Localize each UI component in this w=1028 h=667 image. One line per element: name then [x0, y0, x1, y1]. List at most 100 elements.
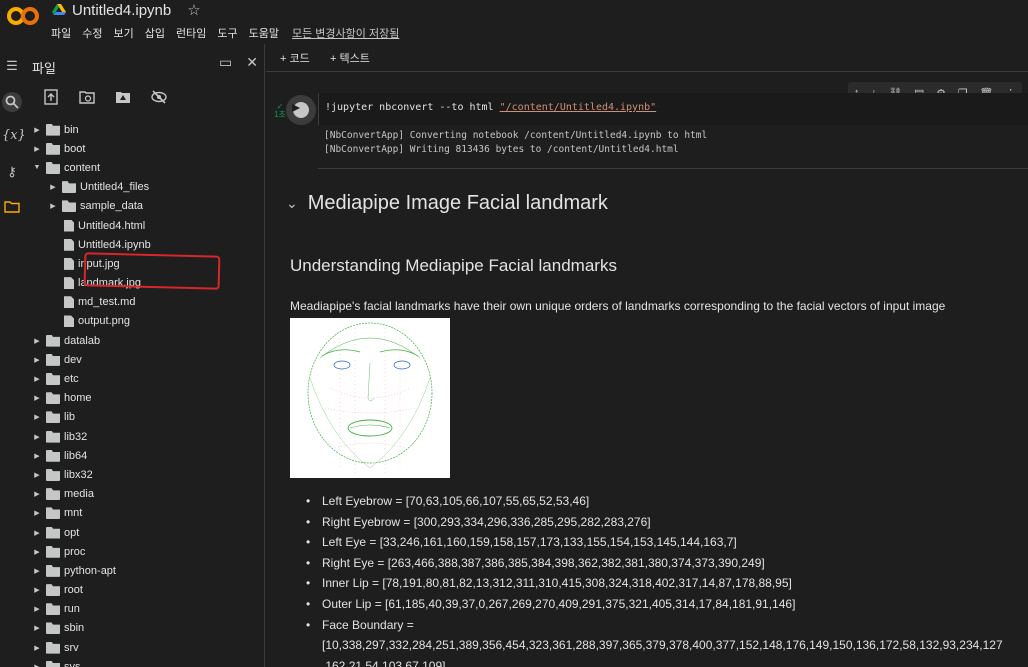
expand-right-icon[interactable]: ▶ — [32, 471, 42, 479]
list-item: Left Eyebrow = [70,63,105,66,107,55,65,5… — [306, 491, 1028, 512]
folder-row[interactable]: ▶ run — [24, 600, 265, 619]
folder-row[interactable]: ▶ mnt — [24, 504, 265, 523]
face-boundary-value-cont: ,162,21,54,103,67,109] — [322, 658, 446, 667]
menu-insert[interactable]: 삽입 — [145, 25, 165, 41]
file-icon — [64, 315, 74, 328]
expand-right-icon[interactable]: ▶ — [32, 509, 42, 517]
new-window-icon[interactable]: ▭ — [219, 54, 232, 71]
file-row[interactable]: output.png — [24, 312, 265, 331]
key-icon[interactable]: ⚷ — [2, 162, 22, 182]
folder-row[interactable]: ▶ opt — [24, 523, 265, 542]
star-icon[interactable]: ☆ — [187, 1, 200, 19]
tree-item-label: lib32 — [64, 430, 88, 443]
tree-item-label: sample_data — [80, 200, 143, 213]
folder-row[interactable]: ▶ root — [24, 581, 265, 600]
folder-row[interactable]: ▶ dev — [24, 350, 265, 369]
folder-row[interactable]: ▶ Untitled4_files — [24, 178, 265, 197]
refresh-folder-icon[interactable] — [78, 88, 96, 106]
expand-right-icon[interactable]: ▶ — [32, 624, 42, 632]
menu-runtime[interactable]: 런타임 — [176, 25, 206, 41]
folder-row[interactable]: ▶ sample_data — [24, 197, 265, 216]
folder-row[interactable]: ▶ lib32 — [24, 427, 265, 446]
folder-row[interactable]: ▶ proc — [24, 542, 265, 561]
folder-row[interactable]: ▶ sys — [24, 657, 265, 667]
toc-icon[interactable]: ☰ — [2, 56, 22, 76]
expand-right-icon[interactable]: ▶ — [32, 452, 42, 460]
folder-row[interactable]: ▶ lib — [24, 408, 265, 427]
folder-row[interactable]: ▶ bin — [24, 120, 265, 139]
expand-right-icon[interactable]: ▶ — [32, 126, 42, 134]
menu-help[interactable]: 도움말 — [249, 25, 279, 41]
hide-files-icon[interactable] — [150, 88, 168, 106]
list-item: Inner Lip = [78,191,80,81,82,13,312,311,… — [306, 573, 1028, 594]
folder-row[interactable]: ▶ media — [24, 485, 265, 504]
expand-down-icon[interactable]: ▼ — [32, 164, 42, 171]
folder-icon — [62, 200, 76, 213]
mount-drive-icon[interactable] — [114, 88, 132, 106]
menu-view[interactable]: 보기 — [114, 25, 134, 41]
file-row[interactable]: Untitled4.ipynb — [24, 235, 265, 254]
search-icon[interactable] — [2, 92, 22, 112]
expand-right-icon[interactable]: ▶ — [32, 548, 42, 556]
add-code-button[interactable]: + 코드 — [280, 50, 310, 66]
expand-right-icon[interactable]: ▶ — [32, 337, 42, 345]
folder-icon — [46, 449, 60, 462]
upload-icon[interactable] — [42, 88, 60, 106]
expand-right-icon[interactable]: ▶ — [32, 605, 42, 613]
exec-time: 1초 — [274, 110, 286, 119]
expand-right-icon[interactable]: ▶ — [32, 145, 42, 153]
folder-row[interactable]: ▶ home — [24, 389, 265, 408]
file-row[interactable]: md_test.md — [24, 293, 265, 312]
folder-row[interactable]: ▶ etc — [24, 369, 265, 388]
colab-logo-icon[interactable] — [6, 4, 40, 28]
tree-item-label: opt — [64, 526, 80, 539]
expand-right-icon[interactable]: ▶ — [32, 567, 42, 575]
collapse-chevron-icon[interactable]: ⌄ — [286, 195, 298, 212]
expand-right-icon[interactable]: ▶ — [32, 529, 42, 537]
tree-item-label: libx32 — [64, 468, 93, 481]
menu-file[interactable]: 파일 — [51, 25, 71, 41]
landmark-list: Left Eyebrow = [70,63,105,66,107,55,65,5… — [306, 491, 1028, 667]
folder-icon — [46, 468, 60, 481]
annotation-highlight — [83, 252, 221, 290]
folder-icon — [46, 603, 60, 616]
tree-item-label: output.png — [78, 315, 130, 328]
expand-right-icon[interactable]: ▶ — [32, 433, 42, 441]
folder-row[interactable]: ▼ content — [24, 158, 265, 177]
folder-icon — [46, 142, 60, 155]
notebook-title[interactable]: Untitled4.ipynb — [72, 2, 171, 19]
folder-row[interactable]: ▶ srv — [24, 638, 265, 657]
expand-right-icon[interactable]: ▶ — [32, 375, 42, 383]
file-row[interactable]: Untitled4.html — [24, 216, 265, 235]
expand-right-icon[interactable]: ▶ — [32, 663, 42, 667]
variables-icon[interactable]: {x} — [2, 126, 26, 146]
expand-right-icon[interactable]: ▶ — [32, 490, 42, 498]
folder-row[interactable]: ▶ lib64 — [24, 446, 265, 465]
menu-tools[interactable]: 도구 — [217, 25, 237, 41]
expand-right-icon[interactable]: ▶ — [32, 356, 42, 364]
folder-icon — [46, 660, 60, 667]
header: Untitled4.ipynb ☆ 파일 수정 보기 삽입 런타임 도구 도움말… — [0, 0, 1028, 44]
add-text-button[interactable]: + 텍스트 — [330, 50, 370, 66]
code-editor[interactable]: !jupyter nbconvert --to html "/content/U… — [318, 93, 1028, 125]
expand-right-icon[interactable]: ▶ — [48, 183, 58, 191]
expand-right-icon[interactable]: ▶ — [32, 394, 42, 402]
folder-row[interactable]: ▶ libx32 — [24, 465, 265, 484]
expand-right-icon[interactable]: ▶ — [32, 586, 42, 594]
folder-icon[interactable] — [2, 196, 22, 216]
folder-row[interactable]: ▶ sbin — [24, 619, 265, 638]
expand-right-icon[interactable]: ▶ — [32, 413, 42, 421]
folder-row[interactable]: ▶ python-apt — [24, 561, 265, 580]
tree-item-label: Untitled4_files — [80, 181, 150, 194]
menu-edit[interactable]: 수정 — [82, 25, 102, 41]
close-icon[interactable]: ✕ — [246, 54, 258, 71]
run-button[interactable] — [286, 95, 316, 125]
folder-row[interactable]: ▶ boot — [24, 139, 265, 158]
saved-status[interactable]: 모든 변경사항이 저장됨 — [292, 25, 399, 41]
expand-right-icon[interactable]: ▶ — [32, 644, 42, 652]
expand-right-icon[interactable]: ▶ — [48, 202, 58, 210]
folder-row[interactable]: ▶ datalab — [24, 331, 265, 350]
tree-item-label: lib — [64, 411, 76, 424]
folder-icon — [46, 545, 60, 558]
tree-item-label: content — [64, 161, 101, 174]
